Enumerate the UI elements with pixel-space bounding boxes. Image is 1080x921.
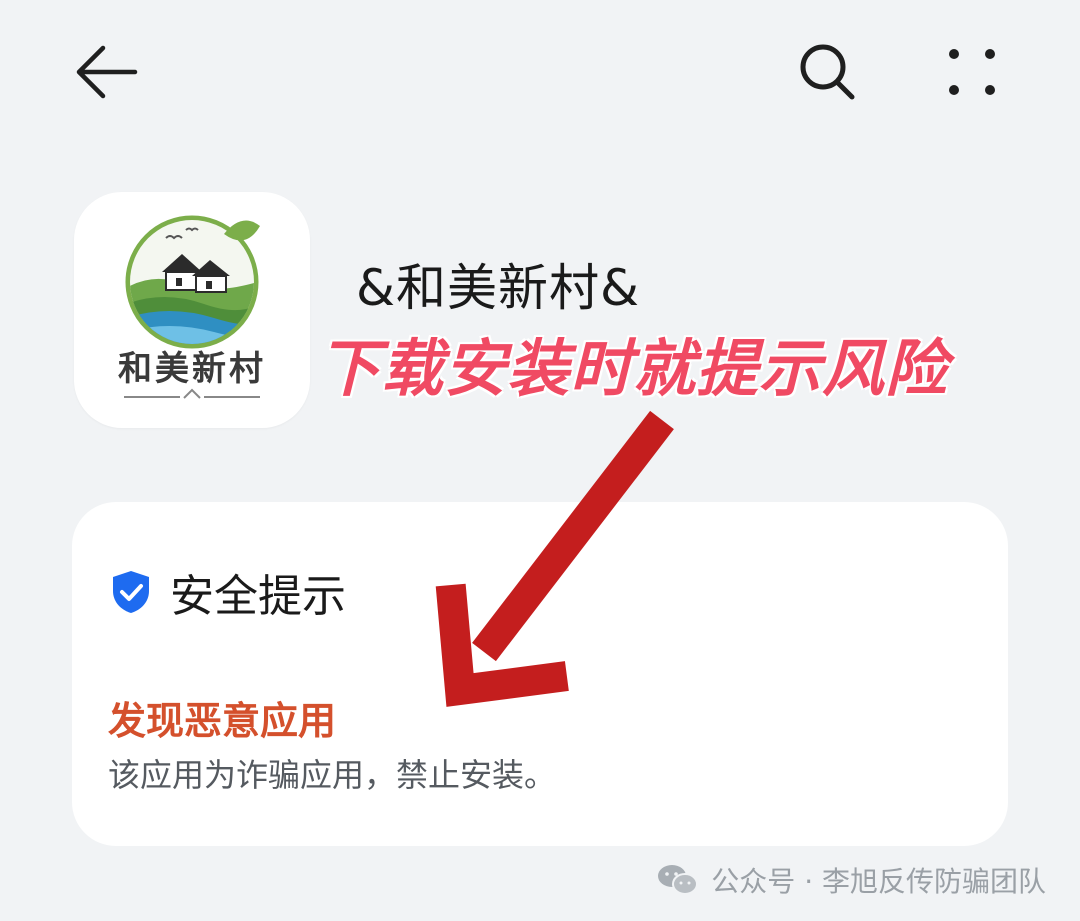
wechat-icon bbox=[658, 865, 699, 895]
app-name: &和美新村& bbox=[356, 259, 640, 317]
app-logo-text: 和美新村 bbox=[118, 349, 266, 389]
more-dots-icon bbox=[949, 49, 995, 95]
watermark: 公众号 · 李旭反传防骗团队 bbox=[657, 860, 1046, 900]
search-icon bbox=[800, 44, 855, 100]
app-icon: 和美新村 bbox=[74, 192, 310, 428]
watermark-text: 公众号 · 李旭反传防骗团队 bbox=[711, 865, 1046, 898]
shield-check-icon bbox=[113, 571, 149, 613]
security-card-title: 安全提示 bbox=[170, 571, 346, 622]
more-options-button[interactable] bbox=[936, 38, 1008, 106]
security-card: 安全提示 发现恶意应用 该应用为诈骗应用，禁止安装。 bbox=[72, 502, 1008, 846]
back-arrow-icon bbox=[76, 45, 138, 99]
warning-description: 该应用为诈骗应用，禁止安装。 bbox=[108, 756, 557, 794]
warning-title: 发现恶意应用 bbox=[108, 699, 337, 743]
back-button[interactable] bbox=[70, 38, 142, 106]
search-button[interactable] bbox=[792, 38, 864, 106]
app-logo-image: 和美新村 bbox=[118, 215, 266, 399]
security-card-header: 安全提示 bbox=[110, 560, 346, 624]
annotation-caption: 下载安装时就提示风险 bbox=[318, 332, 949, 405]
